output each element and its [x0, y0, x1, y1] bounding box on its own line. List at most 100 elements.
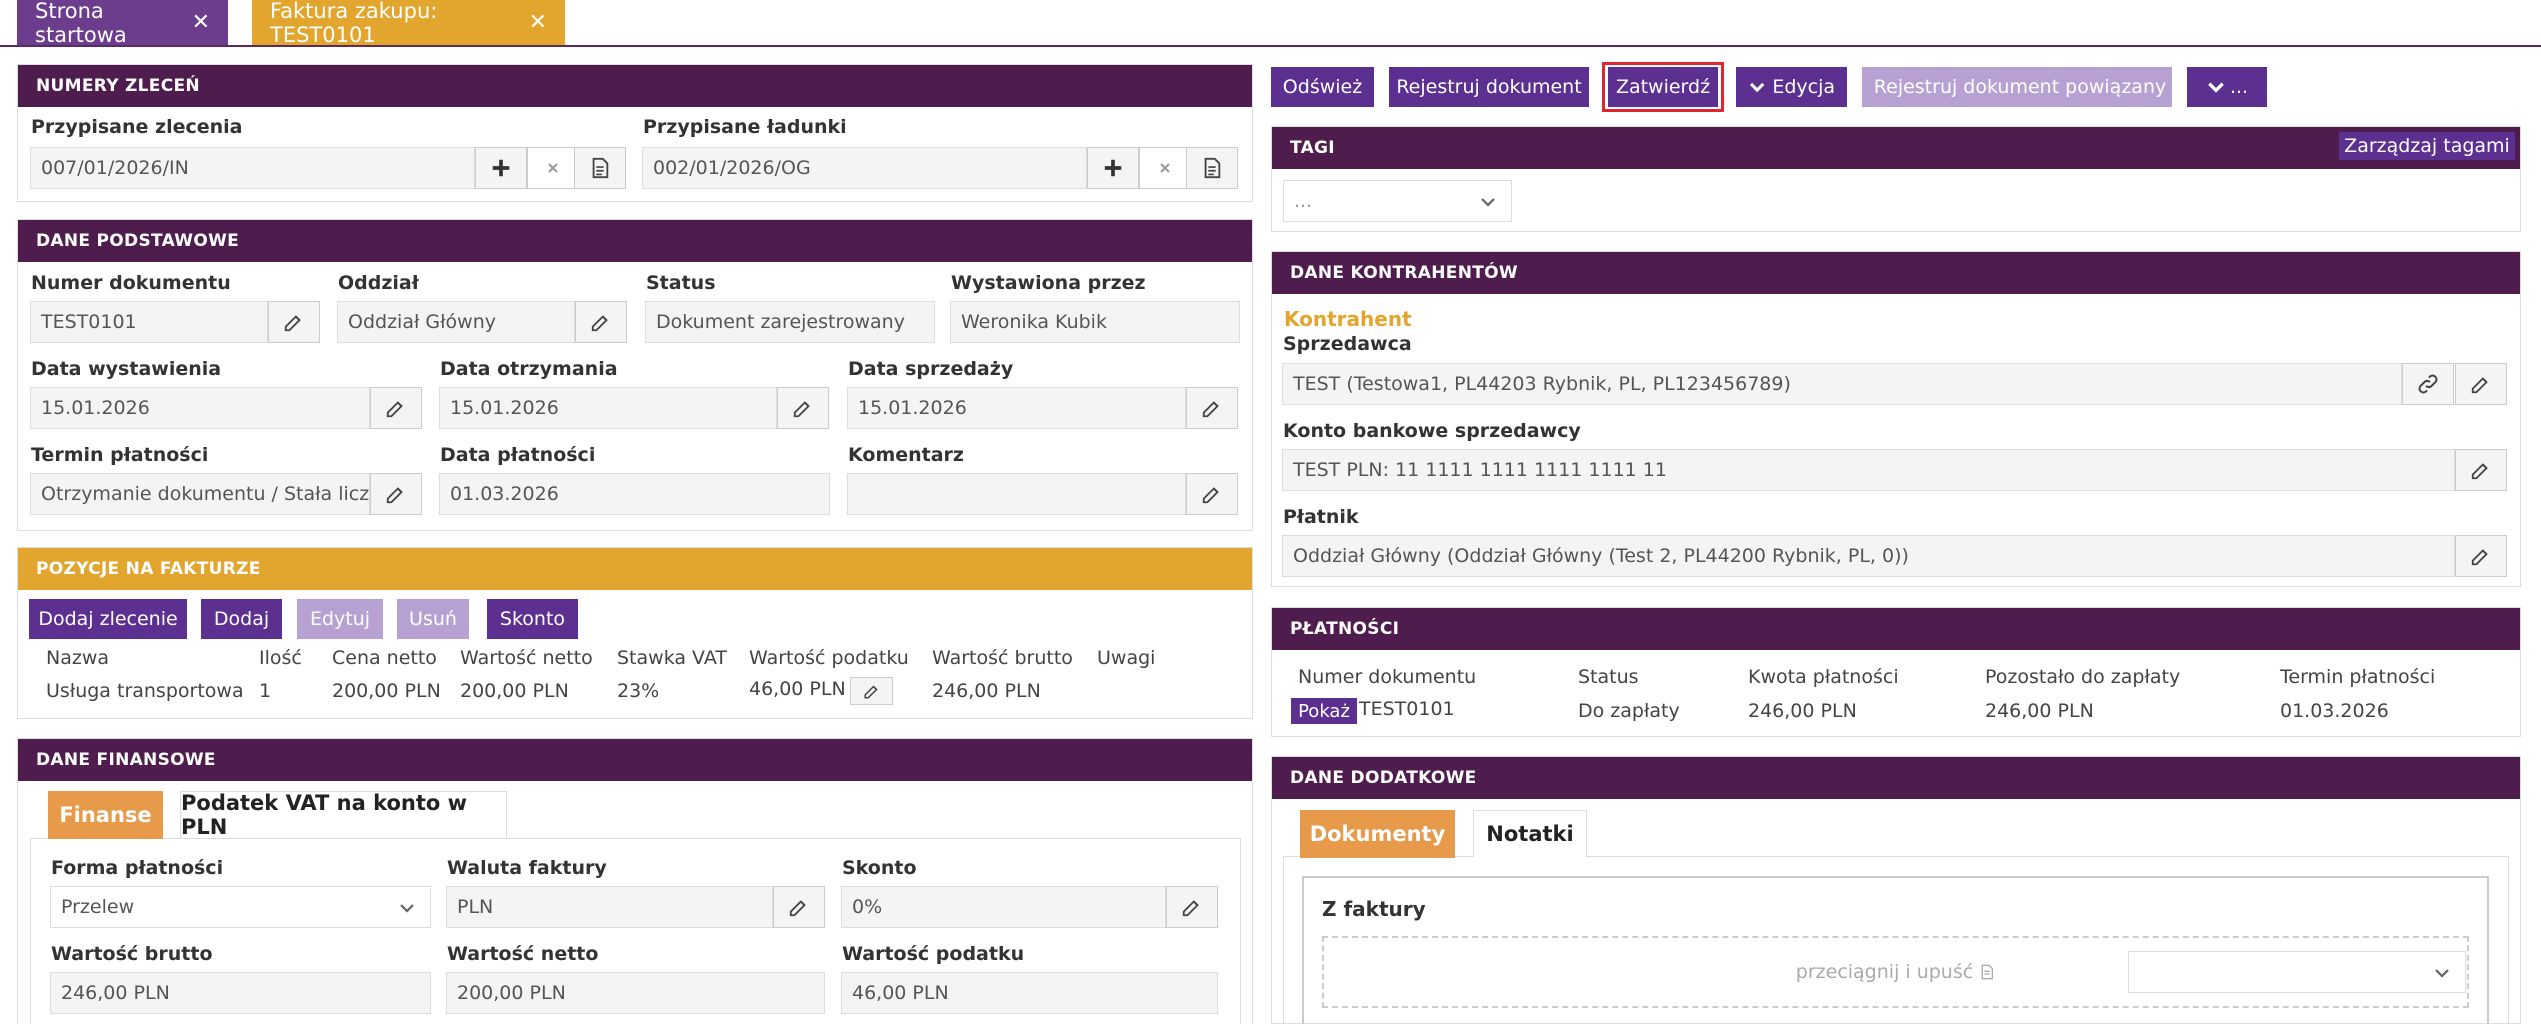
edit-payment-term-button[interactable]	[370, 473, 422, 515]
item-quantity: 1	[259, 680, 272, 702]
edit-payer-button[interactable]	[2455, 535, 2507, 577]
edit-seller-bank-button[interactable]	[2455, 449, 2507, 491]
column-header: Uwagi	[1097, 647, 1156, 669]
delete-item-button[interactable]: Usuń	[397, 599, 469, 639]
tab-label: Faktura zakupu: TEST0101	[270, 0, 438, 47]
edit-icon	[385, 397, 407, 419]
edit-seller-button[interactable]	[2455, 363, 2507, 405]
edit-tax-button[interactable]	[850, 677, 893, 705]
received-date-label: Data otrzymania	[440, 358, 618, 380]
discount-field[interactable]: 0%	[841, 886, 1166, 928]
orders-label: Przypisane zlecenia	[31, 116, 243, 138]
link-icon	[2417, 373, 2439, 395]
column-header: Wartość brutto	[932, 647, 1073, 669]
edit-discount-button[interactable]	[1166, 886, 1218, 928]
seller-field[interactable]: TEST (Testowa1, PL44203 Rybnik, PL, PL12…	[1282, 363, 2402, 405]
gross-value-label: Wartość brutto	[51, 943, 213, 965]
tab-invoice[interactable]: Faktura zakupu: TEST0101 ✕	[252, 0, 565, 47]
payment-form-select[interactable]: Przelew	[50, 886, 431, 928]
edit-icon	[2470, 373, 2492, 395]
discount-label: Skonto	[842, 857, 917, 879]
gross-value-field: 246,00 PLN	[50, 972, 431, 1014]
chevron-down-icon	[1479, 193, 1497, 211]
edit-icon	[1181, 896, 1203, 918]
comment-field[interactable]	[847, 473, 1186, 515]
panel-header: DANE DODATKOWE	[1272, 757, 2520, 799]
edit-currency-button[interactable]	[773, 886, 825, 928]
edit-issue-date-button[interactable]	[370, 387, 422, 429]
edit-comment-button[interactable]	[1186, 473, 1238, 515]
tab-notes[interactable]: Notatki	[1473, 810, 1587, 857]
tab-finance[interactable]: Finanse	[48, 791, 163, 839]
payment-form-label: Forma płatności	[51, 857, 224, 879]
seller-bank-field[interactable]: TEST PLN: 11 1111 1111 1111 1111 11	[1282, 449, 2455, 491]
item-net-value: 200,00 PLN	[460, 680, 569, 702]
plus-icon	[1102, 157, 1124, 179]
edit-icon	[590, 311, 612, 333]
payment-form-value: Przelew	[61, 896, 135, 918]
more-actions-label: ...	[2229, 76, 2249, 98]
tags-select[interactable]: ...	[1283, 180, 1512, 222]
contractor-section-title: Kontrahent	[1284, 307, 1412, 331]
net-value-field: 200,00 PLN	[446, 972, 825, 1014]
item-unit-net: 200,00 PLN	[332, 680, 441, 702]
payment-amount: 246,00 PLN	[1748, 700, 1857, 722]
edit-received-date-button[interactable]	[777, 387, 829, 429]
panel-header: NUMERY ZLECEŃ	[18, 65, 1252, 107]
clear-order-button[interactable]	[527, 147, 579, 189]
discount-button[interactable]: Skonto	[487, 599, 578, 639]
edit-icon	[1201, 483, 1223, 505]
sale-date-field[interactable]: 15.01.2026	[847, 387, 1186, 429]
add-order-item-button[interactable]: Dodaj zlecenie	[29, 599, 187, 639]
edit-sale-date-button[interactable]	[1186, 387, 1238, 429]
refresh-button[interactable]: Odśwież	[1271, 67, 1374, 107]
edit-branch-button[interactable]	[575, 301, 627, 343]
more-actions-button[interactable]: ...	[2187, 67, 2267, 107]
column-header: Wartość podatku	[749, 647, 909, 669]
manage-tags-button[interactable]: Zarządzaj tagami	[2339, 132, 2515, 160]
received-date-field[interactable]: 15.01.2026	[439, 387, 777, 429]
loads-field[interactable]: 002/01/2026/OG	[642, 147, 1087, 189]
seller-link-button[interactable]	[2402, 363, 2454, 405]
branch-field[interactable]: Oddział Główny	[337, 301, 575, 343]
edit-document-number-button[interactable]	[268, 301, 320, 343]
approve-button[interactable]: Zatwierdź	[1608, 67, 1718, 107]
register-document-button[interactable]: Rejestruj dokument	[1389, 67, 1589, 107]
loads-label: Przypisane ładunki	[643, 116, 847, 138]
clear-load-button[interactable]	[1139, 147, 1191, 189]
tax-value-field: 46,00 PLN	[841, 972, 1218, 1014]
payment-due-date: 01.03.2026	[2280, 700, 2389, 722]
tab-documents[interactable]: Dokumenty	[1300, 810, 1455, 858]
item-vat-rate: 23%	[617, 680, 660, 702]
edit-icon	[863, 682, 881, 700]
tab-vat-pln[interactable]: Podatek VAT na konto w PLN	[180, 791, 507, 839]
payment-date-label: Data płatności	[440, 444, 596, 466]
branch-label: Oddział	[338, 272, 419, 294]
issued-by-field: Weronika Kubik	[950, 301, 1240, 343]
show-payment-button[interactable]: Pokaż	[1291, 698, 1357, 724]
close-icon[interactable]: ✕	[529, 10, 547, 35]
add-load-button[interactable]	[1087, 147, 1139, 189]
load-document-button[interactable]	[1186, 147, 1238, 189]
issue-date-field[interactable]: 15.01.2026	[30, 387, 370, 429]
close-icon[interactable]: ✕	[192, 10, 210, 35]
tab-bar: Strona startowa ✕ Faktura zakupu: TEST01…	[0, 0, 2541, 47]
panel-header: POZYCJE NA FAKTURZE	[18, 548, 1252, 590]
payment-remaining: 246,00 PLN	[1985, 700, 2094, 722]
payment-term-field[interactable]: Otrzymanie dokumentu / Stała liczba	[30, 473, 370, 515]
add-item-button[interactable]: Dodaj	[201, 599, 282, 639]
document-number-label: Numer dokumentu	[31, 272, 231, 294]
document-number-field[interactable]: TEST0101	[30, 301, 268, 343]
comment-label: Komentarz	[848, 444, 964, 466]
add-order-button[interactable]	[475, 147, 527, 189]
edit-dropdown-button[interactable]: Edycja	[1736, 67, 1847, 107]
order-document-button[interactable]	[574, 147, 626, 189]
orders-field[interactable]: 007/01/2026/IN	[30, 147, 475, 189]
payer-field[interactable]: Oddział Główny (Oddział Główny (Test 2, …	[1282, 535, 2455, 577]
edit-item-button[interactable]: Edytuj	[297, 599, 383, 639]
document-type-select[interactable]	[2128, 951, 2466, 993]
register-related-button[interactable]: Rejestruj dokument powiązany	[1862, 67, 2172, 107]
currency-field[interactable]: PLN	[446, 886, 773, 928]
plus-icon	[490, 157, 512, 179]
tab-start-page[interactable]: Strona startowa ✕	[17, 0, 228, 47]
